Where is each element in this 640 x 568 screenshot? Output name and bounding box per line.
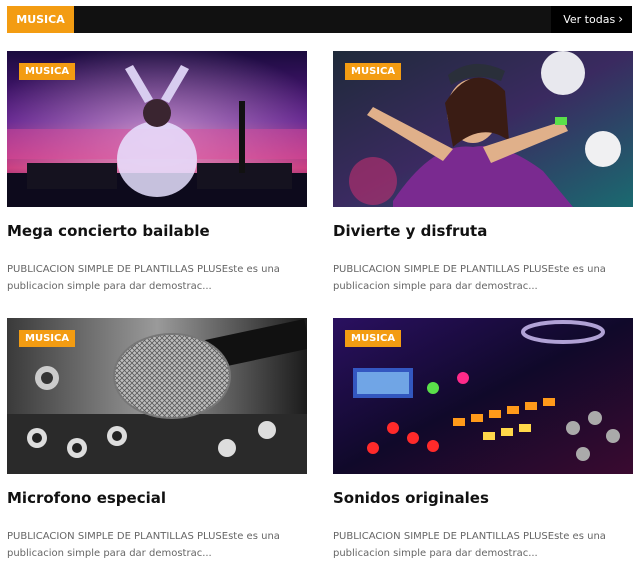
post-title[interactable]: Mega concierto bailable — [7, 219, 307, 243]
post-excerpt-line: publicacion simple para dar demostrac... — [7, 281, 212, 292]
see-all-link[interactable]: Ver todas › — [551, 6, 632, 33]
post-card: MUSICA Divierte y disfruta PUBLICACION S… — [333, 51, 633, 301]
post-excerpt-line: publicacion simple para dar demostrac... — [333, 548, 538, 559]
category-badge[interactable]: MUSICA — [19, 330, 76, 347]
post-excerpt: PUBLICACION SIMPLE DE PLANTILLAS PLUSEst… — [7, 261, 307, 295]
section-tab-label: MUSICA — [7, 6, 74, 33]
post-excerpt-line: PUBLICACION SIMPLE DE PLANTILLAS PLUSEst… — [333, 264, 606, 275]
post-card: MUSICA Mega concierto bailable PUBLICACI… — [7, 51, 307, 301]
post-excerpt-line: PUBLICACION SIMPLE DE PLANTILLAS PLUSEst… — [7, 264, 280, 275]
post-thumbnail[interactable]: MUSICA — [7, 51, 307, 207]
category-badge[interactable]: MUSICA — [345, 63, 402, 80]
post-card: MUSICA Sonidos originales PUBLICACION SI… — [333, 318, 633, 568]
section-header: MUSICA Ver todas › — [7, 6, 632, 33]
post-excerpt: PUBLICACION SIMPLE DE PLANTILLAS PLUSEst… — [333, 528, 633, 562]
chevron-right-icon: › — [618, 12, 623, 26]
see-all-label: Ver todas — [563, 13, 616, 26]
post-excerpt: PUBLICACION SIMPLE DE PLANTILLAS PLUSEst… — [333, 261, 633, 295]
post-excerpt-line: publicacion simple para dar demostrac... — [333, 281, 538, 292]
post-excerpt-line: PUBLICACION SIMPLE DE PLANTILLAS PLUSEst… — [333, 531, 606, 542]
post-thumbnail[interactable]: MUSICA — [333, 318, 633, 474]
post-thumbnail[interactable]: MUSICA — [7, 318, 307, 474]
post-thumbnail[interactable]: MUSICA — [333, 51, 633, 207]
category-badge[interactable]: MUSICA — [345, 330, 402, 347]
post-title[interactable]: Microfono especial — [7, 486, 307, 510]
post-title[interactable]: Sonidos originales — [333, 486, 633, 510]
post-excerpt-line: PUBLICACION SIMPLE DE PLANTILLAS PLUSEst… — [7, 531, 280, 542]
category-badge[interactable]: MUSICA — [19, 63, 76, 80]
post-title[interactable]: Divierte y disfruta — [333, 219, 633, 243]
post-excerpt: PUBLICACION SIMPLE DE PLANTILLAS PLUSEst… — [7, 528, 307, 562]
post-card: MUSICA Microfono especial PUBLICACION SI… — [7, 318, 307, 568]
post-excerpt-line: publicacion simple para dar demostrac... — [7, 548, 212, 559]
